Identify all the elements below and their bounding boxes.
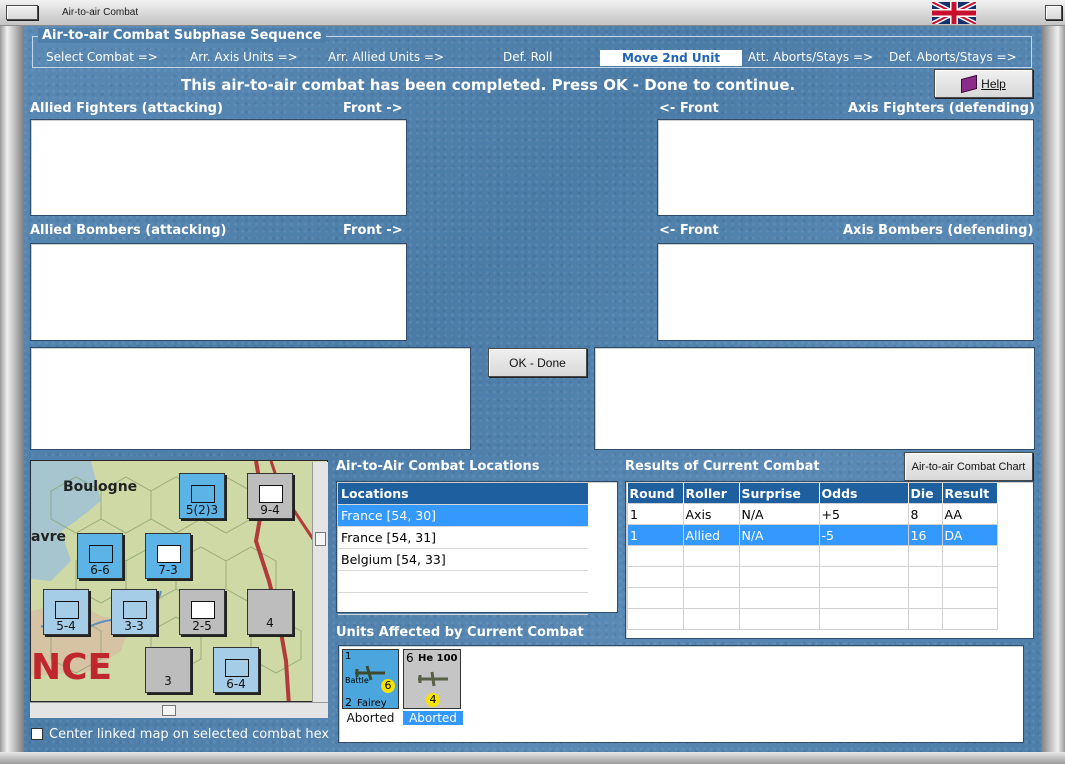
system-menu-button[interactable] xyxy=(6,5,38,20)
close-button[interactable] xyxy=(1045,5,1062,20)
map-hscroll-thumb[interactable] xyxy=(162,705,176,716)
map-horizontal-scrollbar[interactable] xyxy=(30,702,328,718)
unit-status: Aborted xyxy=(346,711,395,725)
table-row-empty xyxy=(627,587,998,609)
location-row-empty xyxy=(338,592,588,615)
allied-bombers-label: Allied Bombers (attacking) xyxy=(30,223,227,238)
locations-header: Locations xyxy=(338,483,588,505)
map-vertical-scrollbar[interactable] xyxy=(312,462,328,702)
map-counter[interactable]: 7-3 xyxy=(145,533,191,579)
axis-bombers-label: Axis Bombers (defending) xyxy=(843,223,1034,238)
map-label-france: NCE xyxy=(31,647,113,688)
map-counter[interactable]: 9-4 xyxy=(247,473,293,519)
window-frame-bottom xyxy=(0,752,1065,764)
allied-fighters-front: Front -> xyxy=(343,101,403,116)
seq-step-def-roll: Def. Roll xyxy=(503,50,553,64)
table-row-empty xyxy=(627,566,998,588)
seq-step-select-combat: Select Combat => xyxy=(46,50,158,64)
col-result: Result xyxy=(942,483,998,504)
map-counter[interactable]: 5(2)3 xyxy=(179,473,225,519)
location-row-empty xyxy=(338,570,588,593)
col-die: Die xyxy=(908,483,943,504)
axis-fighters-front: <- Front xyxy=(659,101,719,116)
map-vscroll-thumb[interactable] xyxy=(315,532,326,546)
seq-step-move-2nd-unit: Move 2nd Unit xyxy=(600,50,742,66)
flag-icon xyxy=(932,2,976,24)
help-label: Help xyxy=(981,76,1006,91)
unit-status: Aborted xyxy=(403,711,463,725)
window-frame-left xyxy=(0,26,24,764)
unit-counter-he100[interactable]: 6 He 100 4 xyxy=(403,649,461,709)
results-title: Results of Current Combat xyxy=(625,459,820,474)
sequence-title: Air-to-air Combat Subphase Sequence xyxy=(38,28,326,43)
help-button[interactable]: Help xyxy=(934,69,1033,98)
col-odds: Odds xyxy=(819,483,909,504)
map-counter[interactable]: 3 xyxy=(145,647,191,693)
allied-bombers-box[interactable] xyxy=(30,243,407,341)
seq-step-att-aborts: Att. Aborts/Stays => xyxy=(748,50,874,64)
axis-fighters-label: Axis Fighters (defending) xyxy=(848,101,1035,116)
axis-bombers-front: <- Front xyxy=(659,223,719,238)
window-title: Air-to-air Combat xyxy=(62,7,139,18)
table-row-empty xyxy=(627,545,998,567)
title-bar: Air-to-air Combat xyxy=(0,0,1065,26)
allied-fighters-box[interactable] xyxy=(30,119,407,216)
allied-bombers-front: Front -> xyxy=(343,223,403,238)
combat-chart-button[interactable]: Air-to-air Combat Chart xyxy=(904,452,1033,481)
axis-bombers-box[interactable] xyxy=(657,243,1034,341)
status-message: This air-to-air combat has been complete… xyxy=(181,76,796,94)
table-row[interactable]: 1 Axis N/A +5 8 AA xyxy=(627,503,998,525)
aircraft-icon xyxy=(416,670,450,688)
map-counter[interactable]: 2-5 xyxy=(179,589,225,635)
center-map-checkbox[interactable] xyxy=(31,728,43,740)
col-surprise: Surprise xyxy=(739,483,820,504)
locations-title: Air-to-Air Combat Locations xyxy=(336,459,540,474)
map-counter[interactable]: 4 xyxy=(247,589,293,635)
results-table-box: Round Roller Surprise Odds Die Result 1A… xyxy=(625,481,1034,639)
center-map-checkbox-label: Center linked map on selected combat hex xyxy=(49,727,330,742)
seq-step-arr-allied: Arr. Allied Units => xyxy=(328,50,445,64)
map-label-boulogne: Boulogne xyxy=(63,479,138,495)
allied-fighters-label: Allied Fighters (attacking) xyxy=(30,101,223,116)
location-row[interactable]: France [54, 30] xyxy=(338,504,588,527)
ok-done-button[interactable]: OK - Done xyxy=(488,348,587,377)
map-label-havre: avre xyxy=(31,529,66,545)
locations-list[interactable]: Locations France [54, 30] France [54, 31… xyxy=(336,481,618,615)
seq-step-def-aborts: Def. Aborts/Stays => xyxy=(889,50,1017,64)
axis-fighters-box[interactable] xyxy=(657,119,1034,216)
location-row[interactable]: Belgium [54, 33] xyxy=(338,548,588,571)
location-row[interactable]: France [54, 31] xyxy=(338,526,588,549)
table-row[interactable]: 1 Allied N/A -5 16 DA xyxy=(627,524,998,546)
table-row-empty xyxy=(627,608,998,630)
map-counter[interactable]: 6-4 xyxy=(213,647,259,693)
map-counter[interactable]: 3-3 xyxy=(111,589,157,635)
map-counter[interactable]: 6-6 xyxy=(77,533,123,579)
col-round: Round xyxy=(627,483,684,504)
help-book-icon xyxy=(961,74,978,93)
unit-counter-fairey[interactable]: 1 Battle 6 2 Fairey xyxy=(342,649,399,709)
right-info-box xyxy=(594,347,1035,450)
linked-map[interactable]: Boulogne avre NCE 5(2)3 9-4 6-6 7-3 5-4 … xyxy=(30,460,328,702)
units-affected-title: Units Affected by Current Combat xyxy=(336,625,584,640)
map-counter[interactable]: 5-4 xyxy=(43,589,89,635)
units-affected-box: 1 Battle 6 2 Fairey Aborted 6 He 100 4 A… xyxy=(338,645,1024,743)
left-info-box xyxy=(30,347,471,450)
window-frame-right xyxy=(1041,26,1065,764)
seq-step-arr-axis: Arr. Axis Units => xyxy=(190,50,298,64)
col-roller: Roller xyxy=(683,483,740,504)
